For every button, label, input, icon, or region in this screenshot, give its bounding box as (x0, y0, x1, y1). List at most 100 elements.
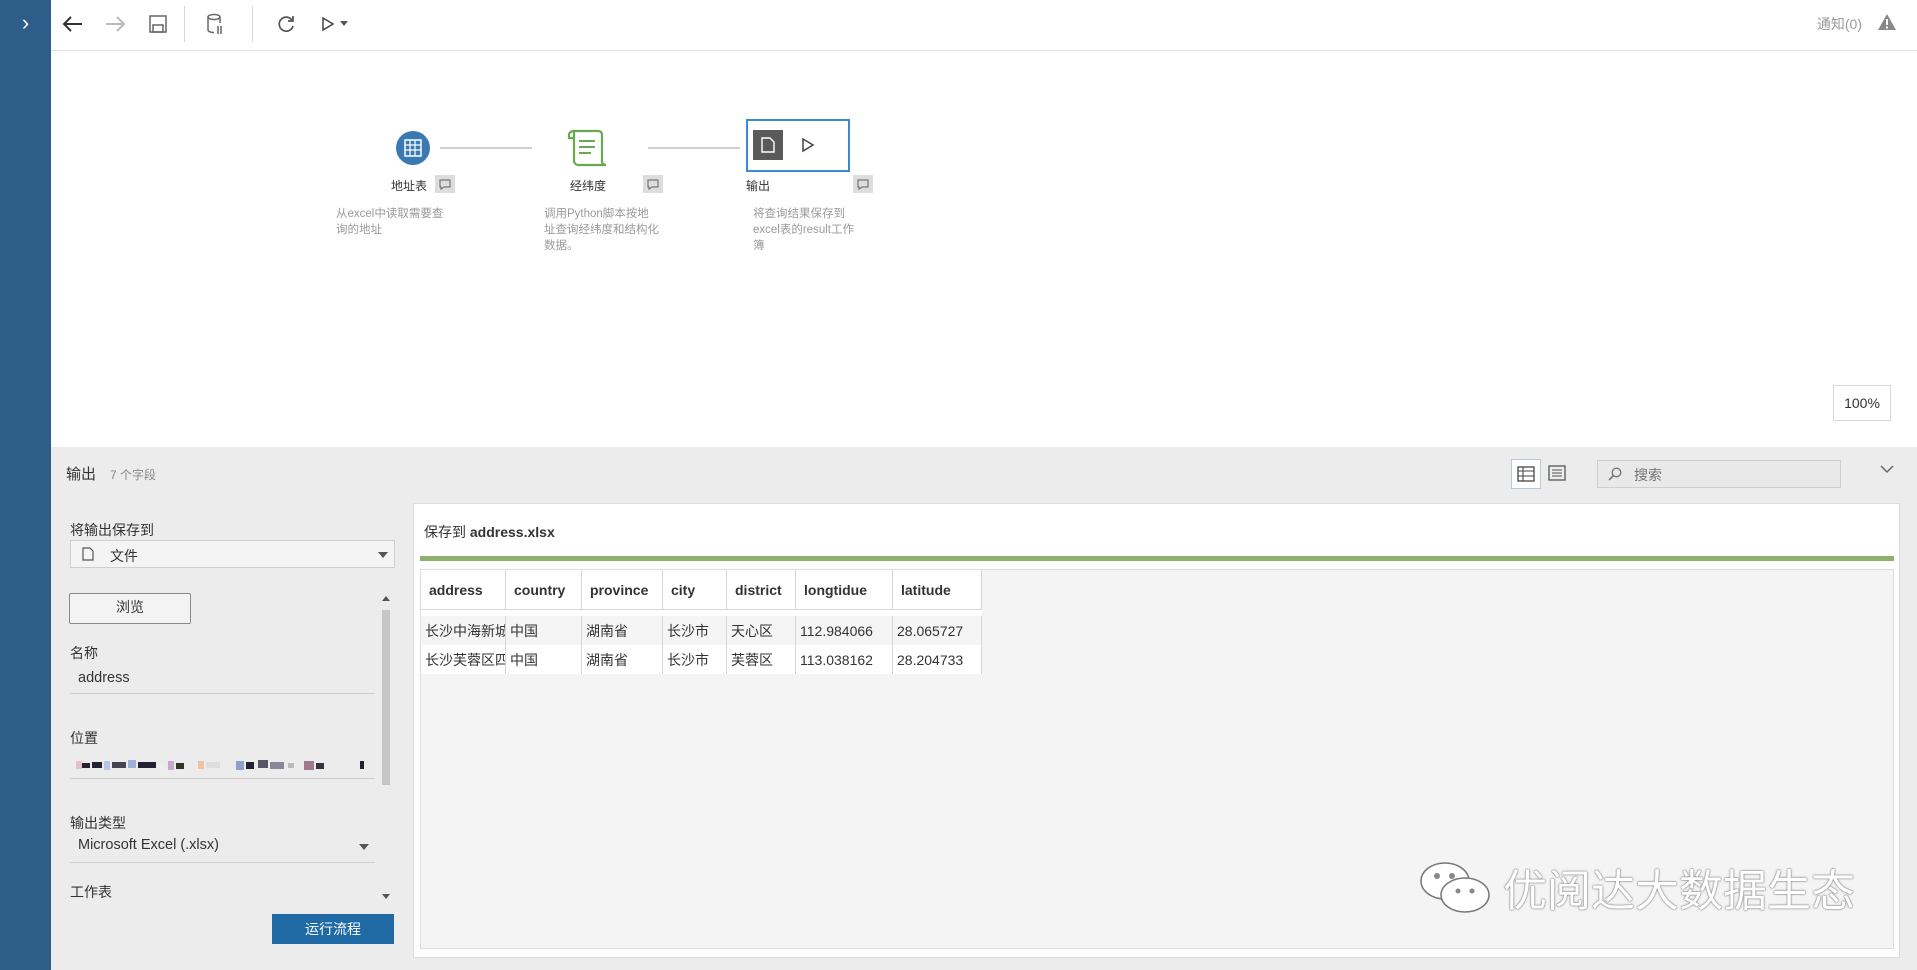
search-input[interactable] (1632, 464, 1836, 486)
scrollbar-thumb[interactable] (382, 610, 390, 785)
table-cell: 长沙市 (662, 616, 727, 645)
collapse-panel-button[interactable] (1880, 464, 1894, 474)
add-data-button[interactable] (198, 8, 232, 40)
output-type-select[interactable]: Microsoft Excel (.xlsx) (70, 834, 375, 860)
comment-icon (857, 178, 869, 190)
panel-title: 输出 (66, 466, 97, 483)
table-cell: 中国 (505, 616, 582, 645)
output-settings-form (67, 502, 397, 960)
column-header[interactable]: latitude (892, 570, 982, 610)
search-box (1597, 460, 1841, 488)
watermark: 优阅达大数据生态 (1417, 855, 1855, 919)
worksheet-label: 工作表 (70, 884, 112, 900)
table-row[interactable]: 长沙芙蓉区四 中国 湖南省 长沙市 芙蓉区 113.038162 28.2047… (421, 645, 982, 674)
wechat-logo-icon (1420, 862, 1490, 913)
flow-connector (440, 147, 532, 149)
flow-node-address-table[interactable] (396, 131, 430, 165)
column-header[interactable]: country (505, 570, 582, 610)
refresh-icon (278, 16, 294, 32)
table-cell: 28.204733 (892, 645, 982, 674)
table-cell: 湖南省 (581, 645, 663, 674)
run-flow-button[interactable]: 运行流程 (272, 914, 394, 944)
list-view-icon (1548, 465, 1566, 481)
field-count: 7 个字段 (110, 468, 157, 482)
comment-icon (647, 178, 659, 190)
column-header[interactable]: city (662, 570, 727, 610)
arrow-right-icon (106, 16, 126, 32)
flow-node-geocode-script[interactable] (565, 127, 609, 169)
grid-view-toggle[interactable] (1511, 459, 1541, 489)
toolbar-divider (252, 6, 253, 42)
name-label: 名称 (70, 645, 98, 661)
table-cell: 中国 (505, 645, 582, 674)
list-view-toggle[interactable] (1543, 459, 1571, 487)
location-input-redacted[interactable] (76, 757, 368, 773)
table-row[interactable]: 长沙中海新城 中国 湖南省 长沙市 天心区 112.984066 28.0657… (421, 616, 982, 645)
script-scroll-icon (567, 129, 607, 167)
flow-node-description: 从excel中读取需要查 询的地址 (336, 208, 444, 236)
output-type-label: 输出类型 (70, 815, 126, 831)
arrow-left-icon (62, 16, 82, 32)
left-rail (0, 0, 51, 970)
back-button[interactable] (56, 8, 90, 40)
flow-canvas[interactable]: 地址表 从excel中读取需要查 询的地址 经纬度 调用Python脚本按地 址… (51, 51, 1917, 447)
save-icon (149, 15, 167, 33)
flow-node-label: 经纬度 (570, 179, 607, 193)
output-node-icon-box (753, 130, 783, 160)
zoom-level[interactable]: 100% (1833, 385, 1891, 421)
save-to-label: 将输出保存到 (70, 522, 154, 538)
table-view-icon (1517, 466, 1535, 482)
name-input[interactable]: address (78, 670, 130, 686)
column-header[interactable]: longtidue (795, 570, 893, 610)
column-header[interactable]: district (726, 570, 796, 610)
table-cell: 长沙中海新城 (421, 616, 506, 645)
save-to-value: 文件 (110, 548, 138, 564)
scroll-up-icon (382, 596, 390, 601)
table-grid-icon (404, 139, 422, 157)
column-header[interactable]: address (421, 570, 506, 610)
run-output-button[interactable] (795, 132, 821, 158)
table-cell: 28.065727 (892, 616, 982, 645)
flow-node-output[interactable] (746, 119, 850, 172)
column-header[interactable]: province (581, 570, 663, 610)
data-preview-table: address country province city district l… (421, 570, 982, 674)
toolbar: 通知(0) (51, 0, 1917, 51)
file-icon (82, 547, 94, 561)
caret-down-icon (340, 21, 348, 26)
table-cell: 芙蓉区 (726, 645, 796, 674)
scroll-down-icon (382, 894, 390, 899)
table-cell: 天心区 (726, 616, 796, 645)
flow-connector (648, 147, 740, 149)
save-progress-bar (420, 556, 1894, 561)
notification-link[interactable]: 通知(0) (1817, 14, 1862, 34)
comment-button[interactable] (435, 175, 455, 193)
play-icon (322, 16, 335, 32)
run-flow-dropdown[interactable] (313, 8, 355, 40)
comment-button[interactable] (853, 175, 873, 193)
caret-down-icon (378, 552, 388, 558)
save-button[interactable] (141, 8, 175, 40)
table-cell: 长沙市 (662, 645, 727, 674)
table-cell: 112.984066 (795, 616, 893, 645)
save-to-heading: 保存到 address.xlsx (424, 524, 555, 540)
flow-node-label: 地址表 (391, 179, 428, 193)
toolbar-divider (184, 6, 185, 42)
search-icon (1608, 467, 1622, 481)
name-input-underline (70, 693, 375, 694)
output-type-underline (70, 862, 375, 863)
warning-icon[interactable] (1877, 12, 1897, 32)
refresh-button[interactable] (269, 8, 303, 40)
location-input-underline (70, 778, 375, 779)
comment-button[interactable] (643, 175, 663, 193)
flow-node-description: 调用Python脚本按地 址查询经纬度和结构化 数据。 (544, 208, 659, 252)
chevron-right-icon: › (21, 10, 30, 35)
location-label: 位置 (70, 730, 98, 746)
save-to-select[interactable]: 文件 (70, 540, 395, 568)
browse-button[interactable]: 浏览 (69, 593, 191, 624)
table-cell: 湖南省 (581, 616, 663, 645)
forward-button[interactable] (98, 8, 132, 40)
flow-node-label: 输出 (746, 179, 771, 193)
expand-rail-button[interactable]: › (0, 0, 51, 48)
caret-down-icon (359, 844, 369, 850)
flow-node-description: 将查询结果保存到 excel表的result工作 簿 (753, 208, 854, 252)
